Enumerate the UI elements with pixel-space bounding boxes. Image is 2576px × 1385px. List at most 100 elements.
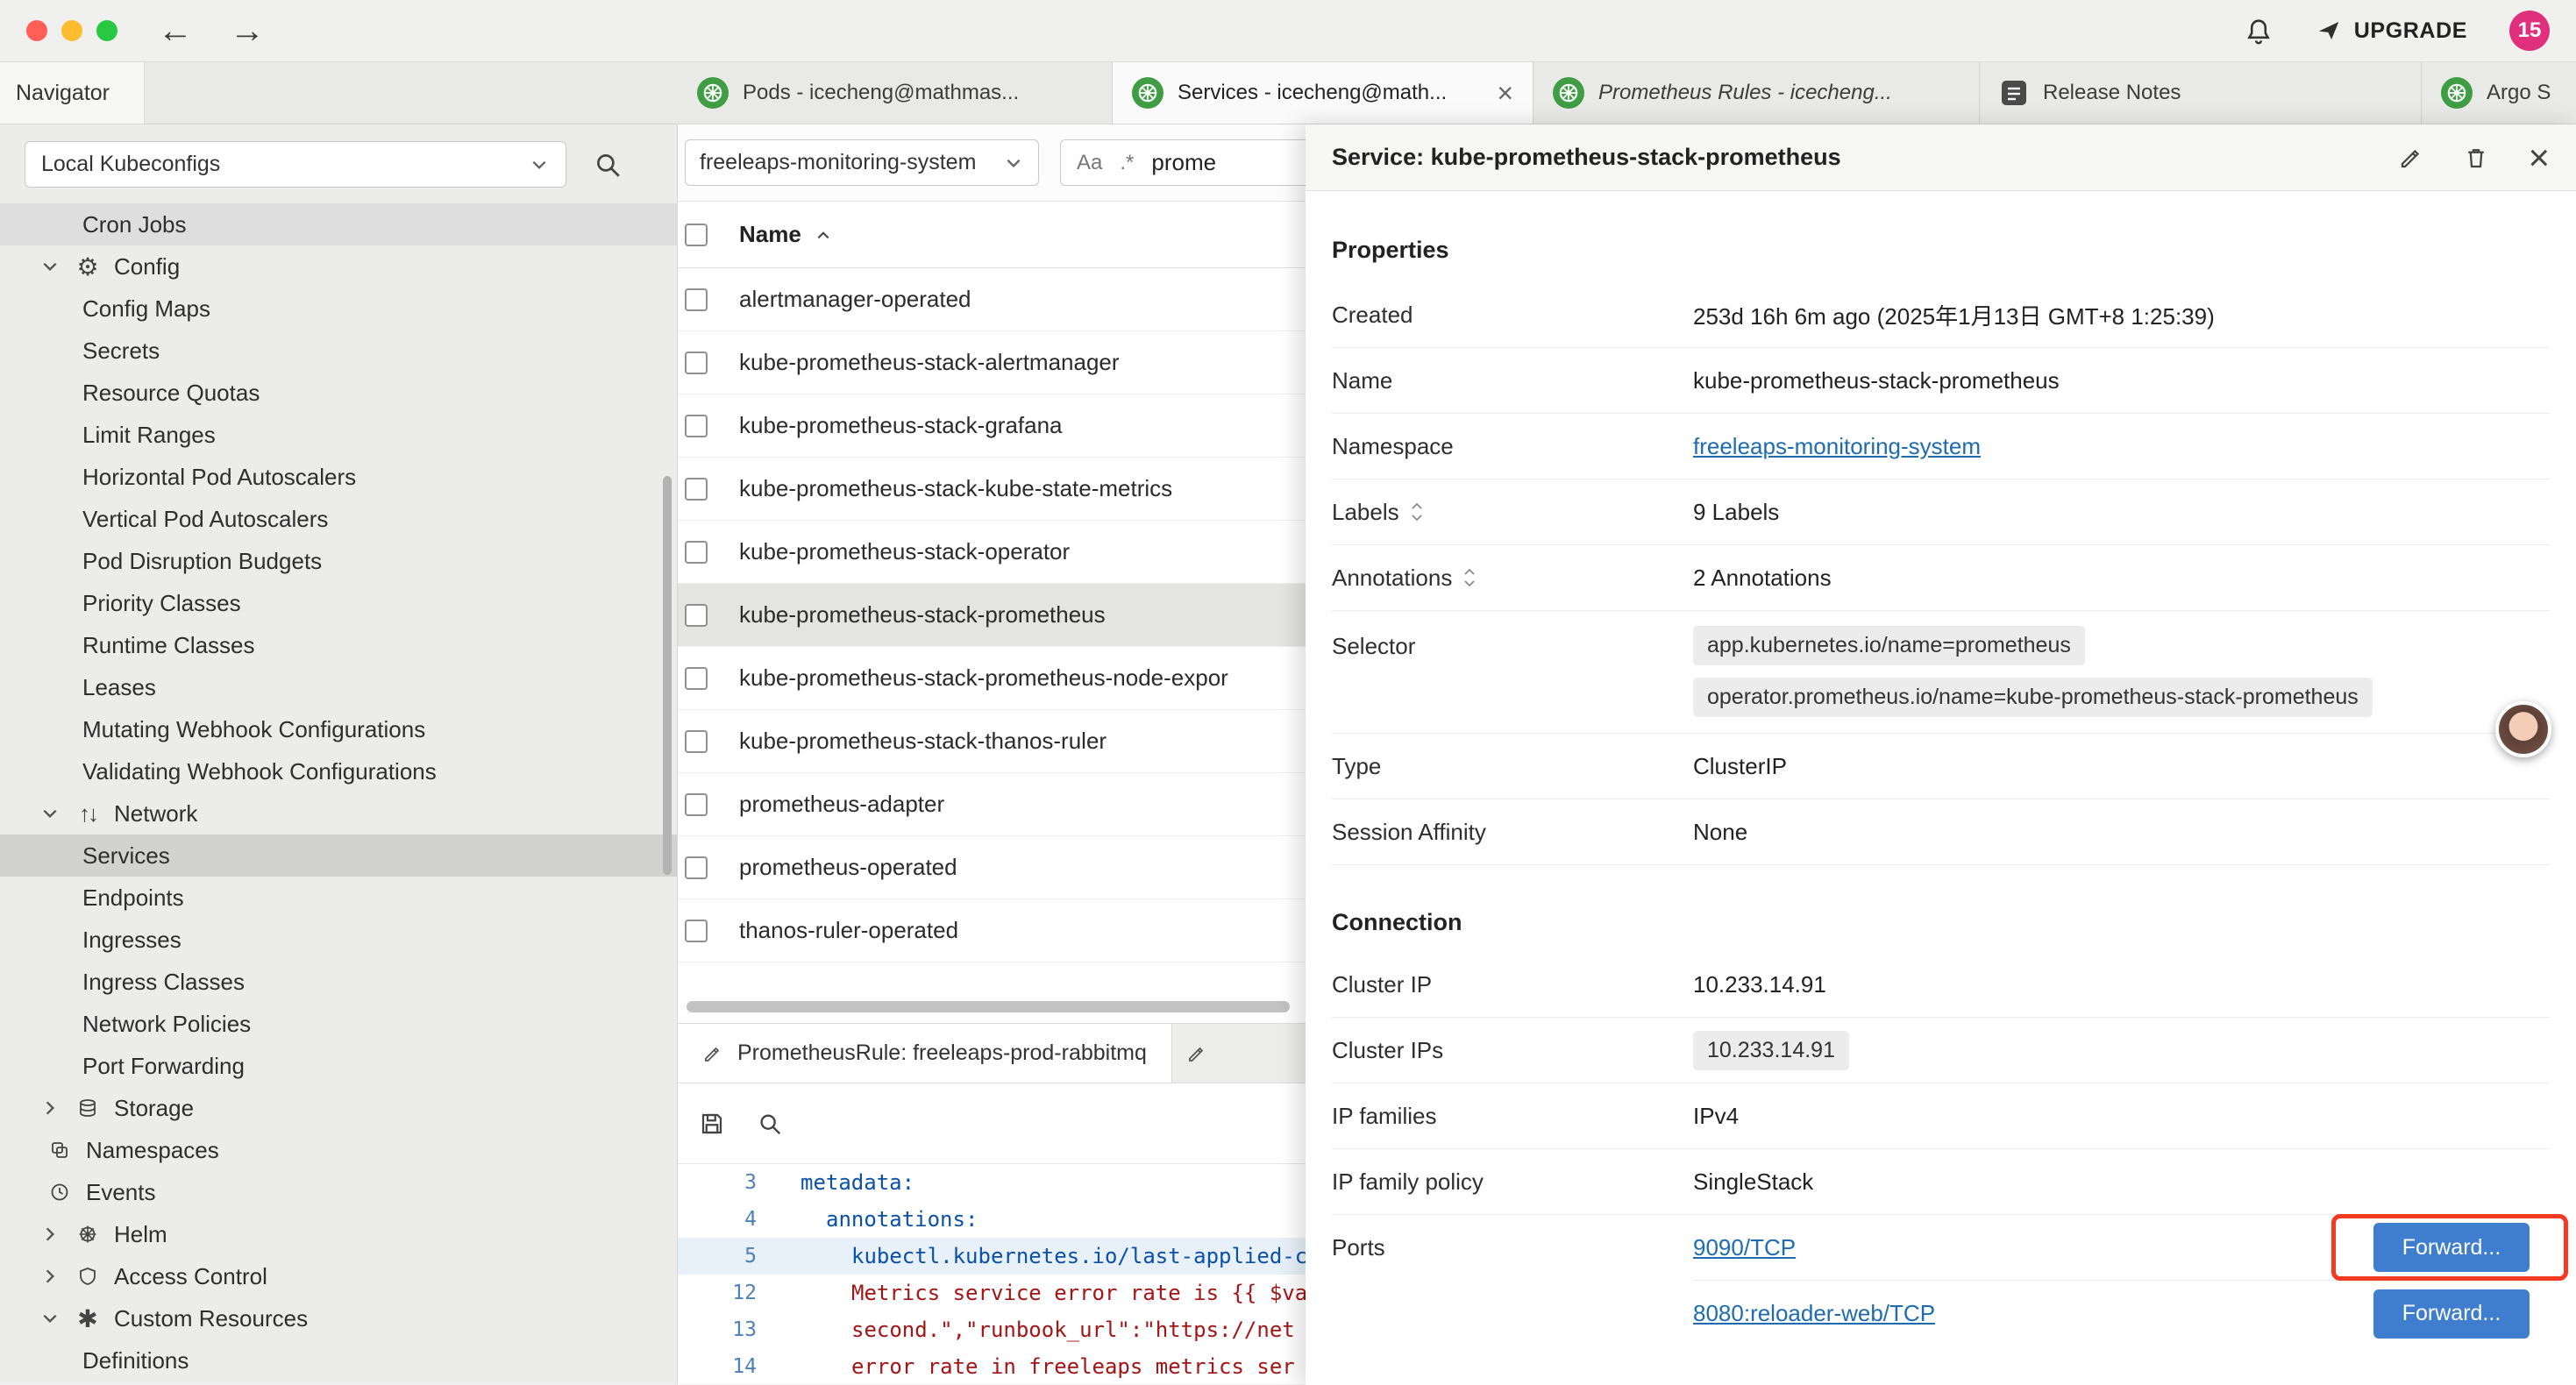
namespace-row: Namespace freeleaps-monitoring-system (1332, 414, 2550, 479)
sidebar-item-config[interactable]: ⚙ Config (0, 245, 677, 288)
row-checkbox[interactable] (685, 856, 708, 879)
sidebar-item-limit-ranges[interactable]: Limit Ranges (0, 414, 677, 456)
expand-collapse-icon[interactable] (1462, 566, 1477, 589)
sidebar-search-icon[interactable] (593, 150, 623, 180)
match-case-toggle[interactable]: Aa (1077, 151, 1102, 175)
selector-badge: app.kubernetes.io/name=prometheus (1693, 626, 2085, 665)
port-line-8080: 8080:reloader-web/TCP Forward... (1693, 1281, 2550, 1346)
sidebar-item-services[interactable]: Services (0, 835, 677, 877)
chevron-down-icon (529, 154, 550, 175)
selector-row: Selector app.kubernetes.io/name=promethe… (1332, 611, 2550, 734)
namespace-link[interactable]: freeleaps-monitoring-system (1693, 433, 1981, 459)
sidebar-item-definitions[interactable]: Definitions (0, 1339, 677, 1381)
tab-prometheus-rules[interactable]: Prometheus Rules - icecheng... (1534, 62, 1980, 124)
chevron-down-icon (1003, 153, 1024, 174)
user-avatar[interactable] (2495, 701, 2551, 757)
sidebar-scrollbar[interactable] (663, 476, 672, 875)
tab-argo[interactable]: Argo S (2422, 62, 2576, 124)
edit-icon[interactable] (2398, 145, 2424, 171)
sidebar-item-runtime-classes[interactable]: Runtime Classes (0, 624, 677, 666)
cluster-ip-badge: 10.233.14.91 (1693, 1031, 1849, 1070)
sidebar-item-events[interactable]: Events (0, 1171, 677, 1213)
sidebar-item-helm[interactable]: Helm (0, 1213, 677, 1255)
navigator-sidebar: Local Kubeconfigs Cron Jobs ⚙ Config Con… (0, 124, 678, 1384)
type-row: Type ClusterIP (1332, 734, 2550, 799)
sidebar-item-custom-resources[interactable]: ✱ Custom Resources (0, 1297, 677, 1339)
created-row: Created 253d 16h 6m ago (2025年1月13日 GMT+… (1332, 282, 2550, 348)
upgrade-button[interactable]: UPGRADE (2316, 18, 2467, 44)
sidebar-item-pod-disruption-budgets[interactable]: Pod Disruption Budgets (0, 540, 677, 582)
sidebar-item-network[interactable]: ↑↓ Network (0, 792, 677, 835)
kubeconfig-selector[interactable]: Local Kubeconfigs (25, 141, 566, 188)
notification-count-badge[interactable]: 15 (2509, 11, 2550, 51)
delete-icon[interactable] (2463, 145, 2489, 171)
forward-port-button[interactable]: Forward... (2373, 1223, 2530, 1272)
sidebar-item-ingress-classes[interactable]: Ingress Classes (0, 961, 677, 1003)
sidebar-item-secrets[interactable]: Secrets (0, 330, 677, 372)
window-close-button[interactable] (26, 20, 47, 41)
sidebar-item-horizontal-pod-autoscalers[interactable]: Horizontal Pod Autoscalers (0, 456, 677, 498)
regex-toggle[interactable]: .* (1120, 151, 1134, 175)
forward-port-button[interactable]: Forward... (2373, 1289, 2530, 1339)
tab-pods[interactable]: Pods - icecheng@mathmas... (678, 62, 1113, 124)
row-checkbox[interactable] (685, 415, 708, 437)
sidebar-item-endpoints[interactable]: Endpoints (0, 877, 677, 919)
tab-navigator[interactable]: Navigator (0, 62, 145, 124)
dock-tab-partial[interactable] (1172, 1024, 1234, 1083)
sidebar-item-vertical-pod-autoscalers[interactable]: Vertical Pod Autoscalers (0, 498, 677, 540)
notifications-bell-icon[interactable] (2244, 16, 2274, 46)
save-icon[interactable] (699, 1111, 725, 1137)
close-icon[interactable]: × (2528, 139, 2550, 176)
sidebar-item-cron-jobs[interactable]: Cron Jobs (0, 203, 677, 245)
row-checkbox[interactable] (685, 288, 708, 311)
name-column-header[interactable]: Name (739, 221, 833, 248)
expand-collapse-icon[interactable] (1410, 501, 1424, 523)
row-checkbox[interactable] (685, 667, 708, 690)
port-link-9090[interactable]: 9090/TCP (1693, 1234, 1796, 1261)
back-button[interactable]: ← (158, 13, 193, 48)
kubernetes-cluster-icon (697, 77, 729, 109)
tab-close-icon[interactable]: × (1488, 79, 1513, 107)
sidebar-item-resource-quotas[interactable]: Resource Quotas (0, 372, 677, 414)
sidebar-item-network-policies[interactable]: Network Policies (0, 1003, 677, 1045)
storage-icon (72, 1097, 103, 1119)
select-all-checkbox[interactable] (685, 224, 708, 246)
port-line-9090: 9090/TCP Forward... (1693, 1215, 2550, 1281)
sidebar-item-leases[interactable]: Leases (0, 666, 677, 708)
name-row: Name kube-prometheus-stack-prometheus (1332, 348, 2550, 414)
annotations-row: Annotations 2 Annotations (1332, 545, 2550, 611)
sidebar-item-ingresses[interactable]: Ingresses (0, 919, 677, 961)
dock-tab-prometheusrule[interactable]: PrometheusRule: freeleaps-prod-rabbitmq (678, 1024, 1172, 1083)
tab-bar: Navigator Pods - icecheng@mathmas... Ser… (0, 62, 2576, 124)
editor-search-icon[interactable] (757, 1111, 783, 1137)
window-zoom-button[interactable] (96, 20, 117, 41)
row-checkbox[interactable] (685, 793, 708, 816)
sidebar-item-validating-webhook-configurations[interactable]: Validating Webhook Configurations (0, 750, 677, 792)
kubernetes-cluster-icon (2441, 77, 2473, 109)
tab-release-notes[interactable]: Release Notes (1980, 62, 2422, 124)
row-checkbox[interactable] (685, 541, 708, 564)
navigator-tree: Cron Jobs ⚙ Config Config Maps Secrets R… (0, 203, 677, 1381)
horizontal-scrollbar[interactable] (687, 1001, 1290, 1012)
window-minimize-button[interactable] (61, 20, 82, 41)
row-checkbox[interactable] (685, 478, 708, 501)
row-checkbox[interactable] (685, 352, 708, 374)
row-checkbox[interactable] (685, 730, 708, 753)
sidebar-item-access-control[interactable]: Access Control (0, 1255, 677, 1297)
chevron-right-icon (39, 1224, 61, 1245)
row-checkbox[interactable] (685, 920, 708, 942)
session-affinity-row: Session Affinity None (1332, 799, 2550, 865)
port-link-8080[interactable]: 8080:reloader-web/TCP (1693, 1300, 1935, 1327)
sidebar-item-storage[interactable]: Storage (0, 1087, 677, 1129)
sidebar-item-port-forwarding[interactable]: Port Forwarding (0, 1045, 677, 1087)
lens-window: ← → UPGRADE 15 Navigator Pods - i (0, 0, 2576, 1385)
labels-row: Labels 9 Labels (1332, 479, 2550, 545)
forward-button[interactable]: → (230, 13, 265, 48)
row-checkbox[interactable] (685, 604, 708, 627)
sidebar-item-namespaces[interactable]: Namespaces (0, 1129, 677, 1171)
tab-services[interactable]: Services - icecheng@math... × (1113, 62, 1534, 124)
sidebar-item-priority-classes[interactable]: Priority Classes (0, 582, 677, 624)
sidebar-item-config-maps[interactable]: Config Maps (0, 288, 677, 330)
sidebar-item-mutating-webhook-configurations[interactable]: Mutating Webhook Configurations (0, 708, 677, 750)
namespace-filter-select[interactable]: freeleaps-monitoring-system (685, 139, 1039, 186)
